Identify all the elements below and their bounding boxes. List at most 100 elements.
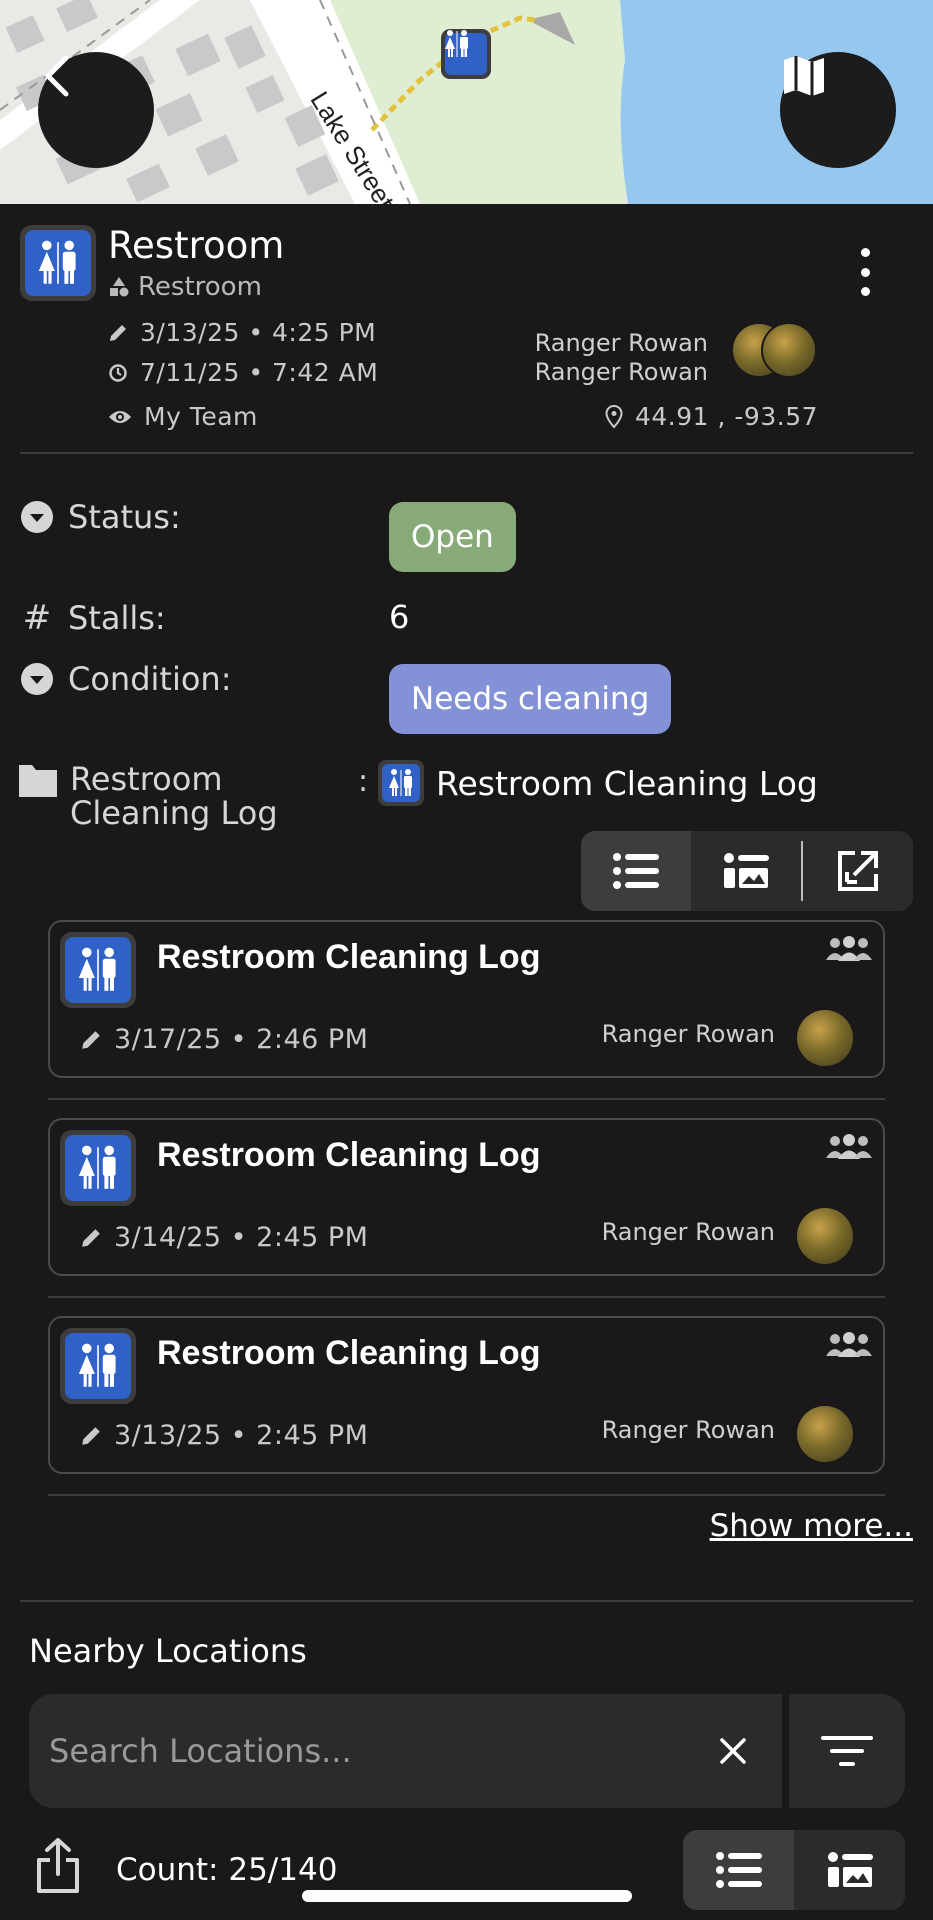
pencil-icon: [110, 324, 126, 341]
history-icon: [109, 363, 127, 382]
edited-time: 3/13/25 • 4:25 PM: [108, 318, 376, 347]
log-entry-date-text: 3/13/25 • 2:45 PM: [114, 1420, 369, 1451]
condition-label-text: Condition:: [68, 660, 232, 698]
avatar[interactable]: [797, 1010, 853, 1066]
shapes-icon: [110, 277, 129, 297]
location-count: Count: 25/140: [116, 1852, 338, 1888]
show-more-link[interactable]: Show more...: [710, 1508, 913, 1544]
restroom-icon-frame: [378, 760, 424, 806]
card-separator: [48, 1098, 885, 1100]
log-entry-date: 3/13/25 • 2:45 PM: [80, 1420, 368, 1451]
log-entry-card[interactable]: Restroom Cleaning Log 3/17/25 • 2:46 PM Ra…: [48, 920, 885, 1078]
page-title: Restroom: [108, 224, 285, 267]
team-icon: [826, 1332, 872, 1357]
visibility: My Team: [108, 402, 258, 431]
log-entry-date-text: 3/14/25 • 2:45 PM: [114, 1222, 369, 1253]
created-by: Ranger Rowan: [534, 358, 708, 386]
filter-icon: [821, 1736, 873, 1766]
nearby-heading: Nearby Locations: [29, 1632, 307, 1670]
log-entry-date-text: 3/17/25 • 2:46 PM: [114, 1024, 369, 1055]
card-view-button[interactable]: [691, 831, 801, 911]
visibility-text: My Team: [144, 402, 258, 431]
restroom-icon: [78, 1343, 116, 1387]
restroom-icon: [445, 30, 468, 57]
search-input[interactable]: [49, 1724, 669, 1778]
log-entry-card[interactable]: Restroom Cleaning Log 3/14/25 • 2:45 PM Ra…: [48, 1118, 885, 1276]
dropdown-icon: [21, 501, 53, 533]
pencil-icon: [82, 1228, 100, 1247]
log-entry-title: Restroom Cleaning Log: [157, 938, 541, 976]
restroom-icon: [78, 1145, 116, 1189]
log-entry-author: Ranger Rowan: [601, 1416, 775, 1444]
stalls-label: # Stalls:: [20, 598, 166, 638]
edited-time-text: 3/13/25 • 4:25 PM: [140, 318, 377, 347]
restroom-icon: [78, 947, 116, 991]
back-button[interactable]: [38, 52, 154, 168]
log-label: Restroom Cleaning Log: [70, 760, 278, 832]
log-link[interactable]: Restroom Cleaning Log: [378, 760, 818, 806]
restroom-icon: [389, 769, 412, 796]
card-separator: [48, 1494, 885, 1496]
log-entry-card[interactable]: Restroom Cleaning Log 3/13/25 • 2:45 PM Ra…: [48, 1316, 885, 1474]
user-avatars[interactable]: [731, 322, 823, 382]
list-icon: [715, 1852, 762, 1888]
team-visibility: [825, 1332, 873, 1362]
restroom-icon: [38, 240, 76, 284]
avatar[interactable]: [797, 1208, 853, 1264]
status-label-text: Status:: [68, 498, 181, 536]
number-icon: #: [22, 598, 52, 638]
edited-by: Ranger Rowan: [534, 329, 708, 357]
list-icon: [613, 853, 659, 889]
created-time: 7/11/25 • 7:42 AM: [108, 358, 378, 387]
filter-button[interactable]: [789, 1694, 905, 1808]
home-indicator[interactable]: [302, 1890, 632, 1902]
status-label: Status:: [20, 498, 181, 536]
avatar: [761, 322, 817, 378]
location-type-icon: [20, 225, 96, 301]
clear-search-button[interactable]: [709, 1727, 757, 1775]
restroom-icon-frame: [60, 932, 136, 1008]
card-list-icon: [827, 1852, 873, 1887]
team-visibility: [825, 1134, 873, 1164]
team-icon: [826, 1134, 872, 1159]
team-visibility: [825, 936, 873, 966]
category-text: Restroom: [138, 272, 262, 302]
nearby-view-toggle: [683, 1830, 905, 1910]
log-view-toggle: [581, 831, 913, 911]
list-view-button[interactable]: [683, 1830, 794, 1910]
condition-chip[interactable]: Needs cleaning: [389, 664, 672, 734]
map-restroom-marker[interactable]: [441, 29, 491, 79]
close-icon: [720, 1738, 746, 1764]
log-entry-author: Ranger Rowan: [601, 1218, 775, 1246]
created-time-text: 7/11/25 • 7:42 AM: [140, 358, 379, 387]
log-link-text: Restroom Cleaning Log: [436, 763, 818, 803]
avatar[interactable]: [797, 1406, 853, 1462]
share-icon: [37, 1838, 79, 1893]
chevron-left-icon: [45, 55, 69, 97]
dropdown-icon: [21, 663, 53, 695]
status-chip[interactable]: Open: [389, 502, 516, 572]
restroom-icon-frame: [60, 1328, 136, 1404]
restroom-icon-frame: [60, 1130, 136, 1206]
more-options-button[interactable]: [850, 248, 880, 296]
condition-label: Condition:: [20, 660, 231, 698]
stalls-value: 6: [389, 598, 410, 636]
open-external-icon: [838, 851, 878, 891]
team-icon: [826, 936, 872, 961]
coordinates[interactable]: 44.91 , -93.57: [605, 402, 818, 431]
share-button[interactable]: [36, 1838, 80, 1898]
list-view-button[interactable]: [581, 831, 691, 911]
open-external-button[interactable]: [803, 831, 913, 911]
folder-icon: [19, 765, 57, 797]
map-view-button[interactable]: [780, 52, 896, 168]
map-icon: [784, 56, 824, 96]
card-view-button[interactable]: [794, 1830, 905, 1910]
card-list-icon: [724, 853, 769, 888]
log-entry-author: Ranger Rowan: [601, 1020, 775, 1048]
map-preview[interactable]: Lake Street: [0, 0, 933, 204]
divider: [20, 1600, 913, 1602]
search-bar: [29, 1694, 782, 1808]
log-colon: :: [358, 764, 369, 799]
log-entry-date: 3/17/25 • 2:46 PM: [80, 1024, 368, 1055]
pencil-icon: [82, 1426, 100, 1445]
